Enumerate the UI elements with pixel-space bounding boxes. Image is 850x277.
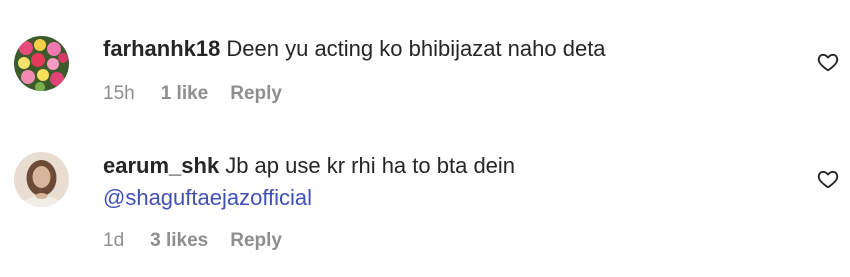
reply-button[interactable]: Reply <box>230 83 282 104</box>
comment-username[interactable]: farhanhk18 <box>103 36 220 61</box>
mention-link[interactable]: @shaguftaejazofficial <box>103 182 790 214</box>
comment-body: farhanhk18 Deen yu acting ko bhibijazat n… <box>103 33 790 65</box>
comment-username[interactable]: earum_shk <box>103 153 219 178</box>
comment-text: Jb ap use kr rhi ha to bta dein <box>225 153 516 178</box>
reply-button[interactable]: Reply <box>230 230 282 251</box>
comment-likes-count[interactable]: 1 like <box>161 83 209 104</box>
comment-timestamp[interactable]: 1d <box>103 230 124 251</box>
avatar[interactable] <box>14 36 69 91</box>
heart-outline-icon[interactable] <box>817 168 839 190</box>
comment-meta: 1d 3 likes Reply <box>103 229 282 253</box>
comment-likes-count[interactable]: 3 likes <box>150 230 208 251</box>
comment-text: Deen yu acting ko bhibijazat naho deta <box>226 36 606 61</box>
heart-outline-icon[interactable] <box>817 51 839 73</box>
flower-bouquet-avatar <box>14 36 69 91</box>
avatar[interactable] <box>14 152 69 207</box>
comment-timestamp[interactable]: 15h <box>103 83 135 104</box>
profile-photo-avatar <box>14 152 69 207</box>
comment-body: earum_shk Jb ap use kr rhi ha to bta dein… <box>103 150 790 214</box>
comment-meta: 15h 1 like Reply <box>103 82 282 106</box>
